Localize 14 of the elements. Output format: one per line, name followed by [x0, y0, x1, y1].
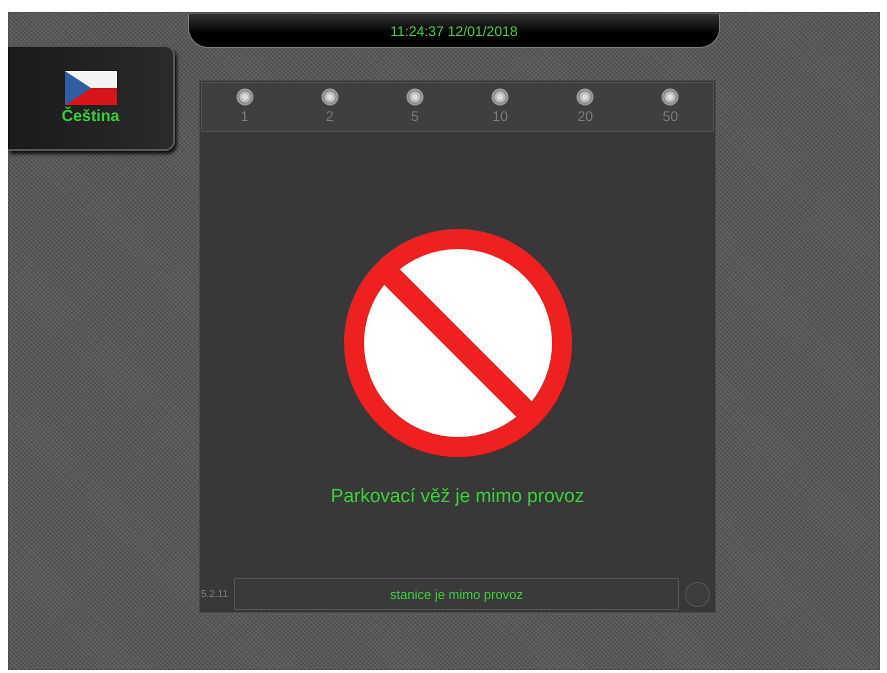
- no-entry-icon: [342, 228, 572, 458]
- status-field: stanice je mimo provoz: [234, 578, 679, 610]
- coin-icon: [661, 88, 680, 106]
- coin-icon: [576, 88, 594, 106]
- version-label: 5.2.11: [200, 588, 230, 600]
- coin-icon: [320, 88, 339, 106]
- round-button[interactable]: [684, 582, 710, 606]
- flag-icon: [64, 70, 116, 104]
- coin-icon: [236, 88, 254, 106]
- coin-icon: [491, 88, 510, 106]
- coin-icon: [406, 88, 424, 106]
- language-button[interactable]: Čeština: [8, 45, 175, 151]
- clock-time: 11:24:37 12/01/2018: [188, 14, 720, 48]
- out-of-service-message: Parkovací věž je mimo provoz: [330, 486, 584, 508]
